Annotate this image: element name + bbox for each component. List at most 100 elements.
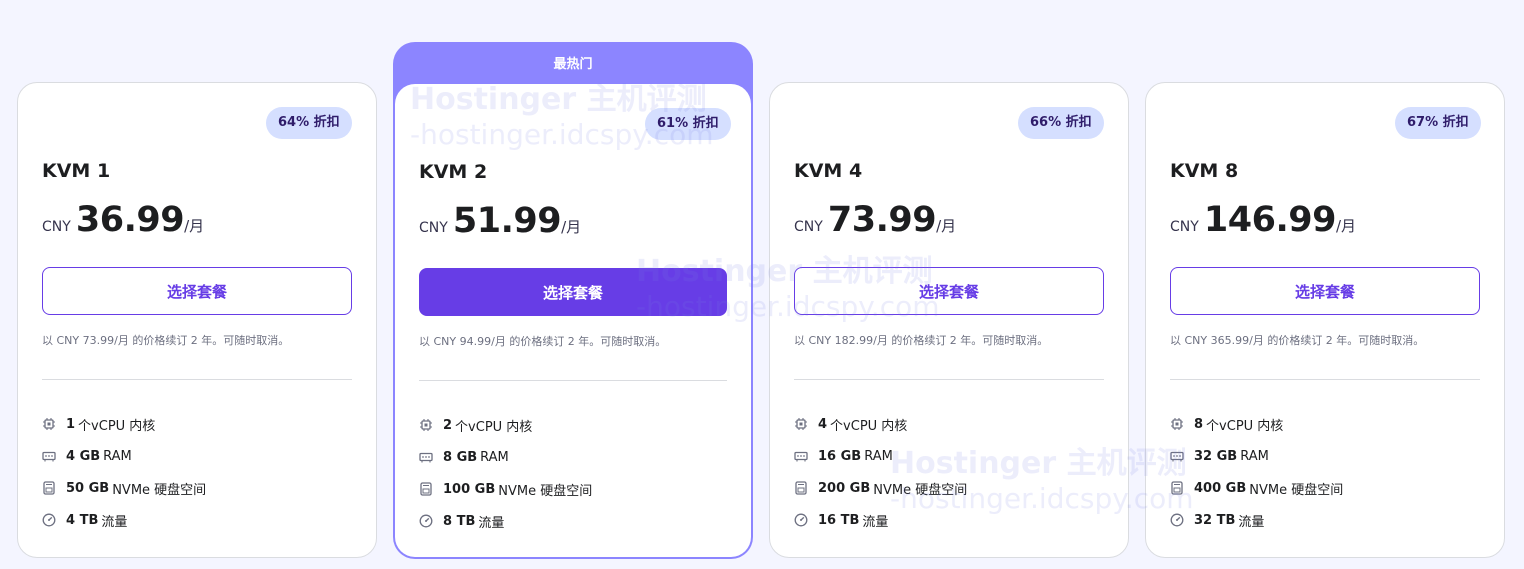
feature-bandwidth: 8 TB 流量 (419, 505, 729, 537)
bandwidth-icon (42, 513, 56, 527)
feature-value: 16 GB (818, 448, 862, 464)
renew-note: 以 CNY 365.99/月 的价格续订 2 年。可随时取消。 (1170, 334, 1425, 347)
feature-list: 4 个vCPU 内核 16 GB RAM 200 GB NVMe 硬盘空间 16 TB… (794, 408, 1104, 536)
feature-value: 32 TB (1194, 512, 1236, 528)
feature-value: 50 GB (66, 480, 110, 496)
feature-label: 流量 (101, 514, 128, 530)
feature-value: 8 (1194, 416, 1204, 432)
ram-icon (419, 452, 433, 463)
feature-ram: 16 GB RAM (794, 440, 1104, 472)
feature-label: NVMe 硬盘空间 (112, 482, 207, 498)
price-row: CNY 146.99/月 (1170, 200, 1356, 240)
feature-list: 8 个vCPU 内核 32 GB RAM 400 GB NVMe 硬盘空间 32 TB… (1170, 408, 1480, 536)
feature-label: 流量 (862, 514, 889, 530)
feature-label: NVMe 硬盘空间 (1249, 482, 1344, 498)
ram-icon (1170, 451, 1184, 462)
cpu-icon (795, 418, 807, 430)
divider (419, 380, 727, 381)
divider (1170, 379, 1480, 380)
feature-disk: 200 GB NVMe 硬盘空间 (794, 472, 1104, 504)
price-period: /月 (561, 218, 582, 236)
price-period: /月 (1335, 217, 1357, 235)
divider (794, 379, 1104, 380)
price-period: /月 (936, 217, 957, 235)
select-plan-button[interactable]: 选择套餐 (1170, 267, 1480, 315)
feature-label: RAM (1240, 448, 1269, 464)
disk-icon (43, 481, 55, 495)
plan-name: KVM 2 (419, 161, 488, 183)
feature-label: 个vCPU 内核 (1206, 418, 1284, 434)
feature-disk: 100 GB NVMe 硬盘空间 (419, 473, 729, 505)
bandwidth-icon (794, 513, 808, 527)
feature-label: RAM (480, 449, 509, 465)
cpu-icon (1171, 418, 1183, 430)
feature-label: 流量 (1238, 514, 1265, 530)
feature-disk: 50 GB NVMe 硬盘空间 (42, 472, 352, 504)
feature-list: 1 个vCPU 内核 4 GB RAM 50 GB NVMe 硬盘空间 4 TB 流量 (42, 408, 352, 536)
feature-value: 2 (443, 417, 453, 433)
feature-bandwidth: 16 TB 流量 (794, 504, 1104, 536)
feature-cpu: 1 个vCPU 内核 (42, 408, 352, 440)
feature-label: 个vCPU 内核 (455, 419, 533, 435)
price-row: CNY 51.99/月 (419, 201, 581, 241)
feature-cpu: 2 个vCPU 内核 (419, 409, 729, 441)
select-plan-button[interactable]: 选择套餐 (419, 268, 727, 316)
disk-icon (1171, 481, 1183, 495)
divider (42, 379, 352, 380)
feature-label: RAM (103, 448, 132, 464)
bandwidth-icon (419, 514, 433, 528)
feature-value: 100 GB (443, 481, 496, 497)
feature-label: 个vCPU 内核 (830, 418, 908, 434)
disk-icon (420, 482, 432, 496)
ram-icon (794, 451, 808, 462)
feature-bandwidth: 4 TB 流量 (42, 504, 352, 536)
price-period: /月 (184, 217, 205, 235)
discount-badge: 64% 折扣 (266, 107, 352, 139)
feature-label: RAM (864, 448, 893, 464)
price-currency: CNY (419, 220, 448, 236)
cpu-icon (420, 419, 432, 431)
feature-ram: 4 GB RAM (42, 440, 352, 472)
feature-cpu: 4 个vCPU 内核 (794, 408, 1104, 440)
disk-icon (795, 481, 807, 495)
feature-label: NVMe 硬盘空间 (873, 482, 968, 498)
feature-value: 400 GB (1194, 480, 1247, 496)
plan-name: KVM 8 (1170, 160, 1239, 182)
feature-value: 4 GB (66, 448, 101, 464)
discount-badge: 67% 折扣 (1395, 107, 1481, 139)
feature-value: 32 GB (1194, 448, 1238, 464)
select-plan-button[interactable]: 选择套餐 (794, 267, 1104, 315)
price-currency: CNY (794, 219, 823, 235)
price-amount: 73.99 (827, 200, 937, 240)
select-plan-button[interactable]: 选择套餐 (42, 267, 352, 315)
feature-value: 4 (818, 416, 828, 432)
cpu-icon (43, 418, 55, 430)
feature-value: 4 TB (66, 512, 99, 528)
discount-badge: 61% 折扣 (645, 108, 731, 140)
feature-label: 个vCPU 内核 (78, 418, 156, 434)
feature-list: 2 个vCPU 内核 8 GB RAM 100 GB NVMe 硬盘空间 8 TB 流量 (419, 409, 729, 537)
price-row: CNY 73.99/月 (794, 200, 956, 240)
price-currency: CNY (1170, 219, 1199, 235)
feature-value: 200 GB (818, 480, 871, 496)
price-currency: CNY (42, 219, 71, 235)
feature-value: 1 (66, 416, 76, 432)
price-amount: 51.99 (452, 201, 562, 241)
feature-disk: 400 GB NVMe 硬盘空间 (1170, 472, 1480, 504)
feature-value: 8 TB (443, 513, 476, 529)
bandwidth-icon (1170, 513, 1184, 527)
renew-note: 以 CNY 94.99/月 的价格续订 2 年。可随时取消。 (419, 335, 667, 348)
price-amount: 36.99 (75, 200, 185, 240)
ram-icon (42, 451, 56, 462)
feature-value: 8 GB (443, 449, 478, 465)
feature-ram: 32 GB RAM (1170, 440, 1480, 472)
feature-bandwidth: 32 TB 流量 (1170, 504, 1480, 536)
feature-ram: 8 GB RAM (419, 441, 729, 473)
renew-note: 以 CNY 182.99/月 的价格续订 2 年。可随时取消。 (794, 334, 1049, 347)
plan-name: KVM 4 (794, 160, 863, 182)
feature-label: NVMe 硬盘空间 (498, 483, 593, 499)
feature-label: 流量 (478, 515, 505, 531)
price-amount: 146.99 (1203, 200, 1337, 240)
popular-label: 最热门 (553, 57, 593, 72)
plan-name: KVM 1 (42, 160, 111, 182)
